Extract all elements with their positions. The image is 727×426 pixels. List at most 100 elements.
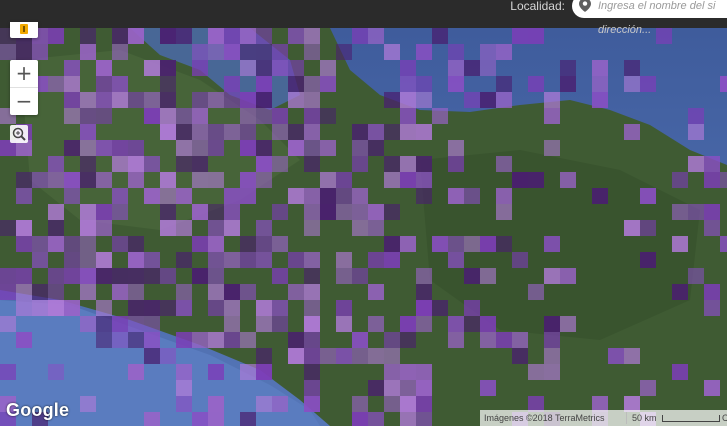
overlay-tile xyxy=(304,140,320,156)
overlay-tile xyxy=(128,156,144,172)
overlay-tile xyxy=(64,60,80,76)
overlay-tile xyxy=(144,156,160,172)
overlay-tile xyxy=(144,300,160,316)
overlay-tile xyxy=(288,28,304,44)
overlay-tile xyxy=(240,412,256,426)
overlay-tile xyxy=(512,348,528,364)
overlay-tile xyxy=(208,124,224,140)
overlay-tile xyxy=(528,284,544,300)
overlay-tile xyxy=(160,76,176,92)
overlay-tile xyxy=(112,316,128,332)
overlay-tile xyxy=(256,316,272,332)
google-logo: Google xyxy=(6,400,70,420)
overlay-tile xyxy=(304,364,320,380)
overlay-tile xyxy=(160,204,176,220)
overlay-tile xyxy=(480,92,496,108)
overlay-tile xyxy=(288,348,304,364)
overlay-tile xyxy=(368,284,384,300)
overlay-tile xyxy=(592,76,608,92)
overlay-tile xyxy=(16,284,32,300)
overlay-tile xyxy=(528,172,544,188)
overlay-tile xyxy=(272,300,288,316)
overlay-tile xyxy=(64,188,80,204)
satellite-map[interactable] xyxy=(0,0,727,426)
overlay-tile xyxy=(304,156,320,172)
overlay-tile xyxy=(624,60,640,76)
overlay-tile xyxy=(368,28,384,44)
overlay-tile xyxy=(256,220,272,236)
overlay-tile xyxy=(80,236,96,252)
overlay-tile xyxy=(144,412,160,426)
overlay-tile xyxy=(384,172,400,188)
overlay-tile xyxy=(272,60,288,76)
overlay-tile xyxy=(144,316,160,332)
overlay-tile xyxy=(400,156,416,172)
overlay-tile xyxy=(640,252,656,268)
overlay-tile xyxy=(144,268,160,284)
overlay-tile xyxy=(496,92,512,108)
overlay-tile xyxy=(416,124,432,140)
overlay-tile xyxy=(512,252,528,268)
overlay-tile xyxy=(48,76,64,92)
overlay-tile xyxy=(432,28,448,44)
overlay-tile xyxy=(640,220,656,236)
overlay-tile xyxy=(544,92,560,108)
overlay-tile xyxy=(48,204,64,220)
overlay-tile xyxy=(384,44,400,60)
overlay-tile xyxy=(112,156,128,172)
overlay-tile xyxy=(448,332,464,348)
overlay-tile xyxy=(272,156,288,172)
overlay-tile xyxy=(384,380,400,396)
overlay-tile xyxy=(288,284,304,300)
overlay-tile xyxy=(112,140,128,156)
overlay-tile xyxy=(400,60,416,76)
overlay-tile xyxy=(16,172,32,188)
zoom-out-button[interactable]: − xyxy=(10,88,38,115)
overlay-tile xyxy=(304,316,320,332)
overlay-tile xyxy=(448,188,464,204)
overlay-tile xyxy=(480,380,496,396)
overlay-tile xyxy=(112,236,128,252)
overlay-tile xyxy=(544,108,560,124)
overlay-tile xyxy=(144,348,160,364)
overlay-tile xyxy=(336,300,352,316)
overlay-tile xyxy=(112,204,128,220)
overlay-tile xyxy=(80,204,96,220)
location-search-input[interactable]: Ingresa el nombre del si xyxy=(572,0,727,18)
overlay-tile xyxy=(240,236,256,252)
overlay-tile xyxy=(352,220,368,236)
overlay-tile xyxy=(336,188,352,204)
overlay-tile xyxy=(464,60,480,76)
overlay-tile xyxy=(384,252,400,268)
overlay-tile xyxy=(224,44,240,60)
overlay-tile xyxy=(256,236,272,252)
overlay-tile xyxy=(688,124,704,140)
overlay-tile xyxy=(480,60,496,76)
overlay-tile xyxy=(224,188,240,204)
location-label: Localidad: xyxy=(510,0,565,13)
scale-label[interactable]: 50 km xyxy=(632,413,657,423)
overlay-tile xyxy=(464,188,480,204)
overlay-tile xyxy=(384,92,400,108)
overlay-tile xyxy=(480,268,496,284)
overlay-tile xyxy=(448,316,464,332)
overlay-tile xyxy=(512,28,528,44)
overlay-tile xyxy=(160,124,176,140)
overlay-tile xyxy=(128,332,144,348)
overlay-tile xyxy=(416,412,432,426)
zoom-in-button[interactable]: + xyxy=(10,60,38,88)
overlay-tile xyxy=(448,44,464,60)
overlay-tile xyxy=(240,44,256,60)
overlay-tile xyxy=(80,284,96,300)
overlay-tile xyxy=(240,92,256,108)
pegman-button[interactable] xyxy=(10,22,38,38)
overlay-tile xyxy=(304,28,320,44)
overlay-tile xyxy=(272,268,288,284)
overlay-tile xyxy=(128,28,144,44)
overlay-tile xyxy=(80,156,96,172)
zoom-box-icon[interactable] xyxy=(10,125,28,143)
overlay-tile xyxy=(112,332,128,348)
overlay-tile xyxy=(320,60,336,76)
attribution-text[interactable]: Imágenes ©2018 TerraMetrics xyxy=(484,413,605,423)
overlay-tile xyxy=(48,268,64,284)
